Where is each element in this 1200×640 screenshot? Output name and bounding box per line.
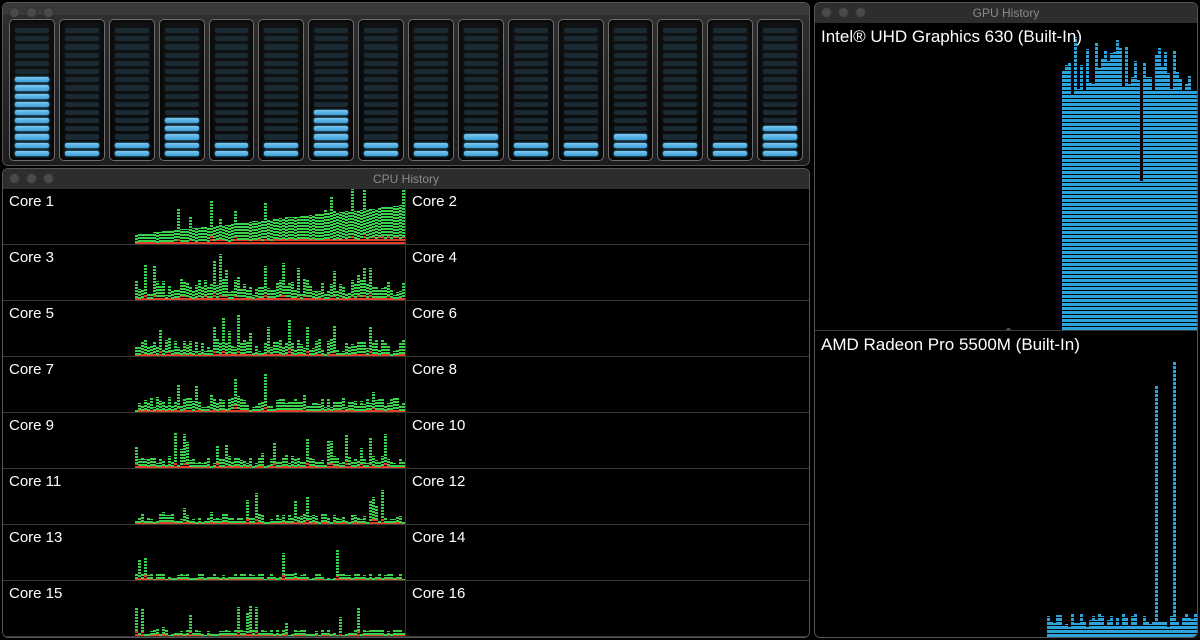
core-label: Core 3: [9, 249, 54, 266]
cpu-history-window[interactable]: CPU History Core 1Core 2Core 3Core 4Core…: [2, 168, 810, 638]
core-label: Core 5: [9, 305, 54, 322]
core-cell: Core 1: [3, 189, 406, 245]
window-title: GPU History: [973, 6, 1040, 20]
core-label: Core 2: [412, 193, 457, 210]
gauge-core-1: [9, 19, 55, 161]
core-label: Core 14: [412, 529, 465, 546]
titlebar[interactable]: [3, 3, 809, 15]
gauge-core-11: [508, 19, 554, 161]
titlebar[interactable]: GPU History: [815, 3, 1197, 23]
gauge-core-15: [707, 19, 753, 161]
core-label: Core 7: [9, 361, 54, 378]
core-label: Core 1: [9, 193, 54, 210]
gauge-core-13: [608, 19, 654, 161]
gauge-core-9: [408, 19, 454, 161]
gauge-row: [3, 15, 809, 165]
core-cell: Core 3: [3, 245, 406, 301]
gauge-core-12: [558, 19, 604, 161]
traffic-lights[interactable]: [821, 7, 866, 18]
zoom-icon[interactable]: [855, 7, 866, 18]
core-label: Core 8: [412, 361, 457, 378]
core-cell: Core 16: [406, 581, 809, 637]
window-title: CPU History: [373, 172, 439, 186]
minimize-icon[interactable]: [838, 7, 849, 18]
zoom-icon[interactable]: [43, 173, 54, 184]
core-cell: Core 15: [3, 581, 406, 637]
core-label: Core 13: [9, 529, 62, 546]
traffic-lights[interactable]: [9, 7, 54, 18]
gauge-core-10: [458, 19, 504, 161]
core-label: Core 6: [412, 305, 457, 322]
gauge-core-4: [159, 19, 205, 161]
core-cell: Core 2: [406, 189, 809, 245]
gauge-core-16: [757, 19, 803, 161]
core-label: Core 9: [9, 417, 54, 434]
core-cell: Core 9: [3, 413, 406, 469]
gpu-panel: AMD Radeon Pro 5500M (Built-In): [815, 331, 1197, 638]
core-cell: Core 6: [406, 301, 809, 357]
core-label: Core 15: [9, 585, 62, 602]
core-label: Core 4: [412, 249, 457, 266]
core-cell: Core 13: [3, 525, 406, 581]
minimize-icon[interactable]: [26, 173, 37, 184]
gauge-core-14: [657, 19, 703, 161]
traffic-lights[interactable]: [9, 173, 54, 184]
close-icon[interactable]: [9, 7, 20, 18]
zoom-icon[interactable]: [43, 7, 54, 18]
cpu-gauge-window[interactable]: [2, 2, 810, 166]
gauge-core-8: [358, 19, 404, 161]
core-label: Core 10: [412, 417, 465, 434]
core-cell: Core 12: [406, 469, 809, 525]
core-label: Core 11: [9, 473, 61, 490]
gpu-label: Intel® UHD Graphics 630 (Built-In): [821, 27, 1082, 47]
gauge-core-7: [308, 19, 354, 161]
close-icon[interactable]: [9, 173, 20, 184]
gauge-core-2: [59, 19, 105, 161]
core-cell: Core 11: [3, 469, 406, 525]
cpu-grid: Core 1 Core 2 Core 3 Core 4 Core 5 Core 6 Core…: [3, 189, 809, 637]
gpu-body: Intel® UHD Graphics 630 (Built-In) AMD Ra…: [815, 23, 1197, 637]
gpu-panel: Intel® UHD Graphics 630 (Built-In): [815, 23, 1197, 331]
core-cell: Core 7: [3, 357, 406, 413]
gpu-history-window[interactable]: GPU History Intel® UHD Graphics 630 (Bui…: [814, 2, 1198, 638]
gpu-label: AMD Radeon Pro 5500M (Built-In): [821, 335, 1080, 355]
core-label: Core 16: [412, 585, 465, 602]
core-label: Core 12: [412, 473, 465, 490]
core-cell: Core 8: [406, 357, 809, 413]
core-cell: Core 5: [3, 301, 406, 357]
close-icon[interactable]: [821, 7, 832, 18]
minimize-icon[interactable]: [26, 7, 37, 18]
gauge-core-3: [109, 19, 155, 161]
gauge-core-6: [258, 19, 304, 161]
core-cell: Core 4: [406, 245, 809, 301]
gauge-core-5: [209, 19, 255, 161]
core-cell: Core 14: [406, 525, 809, 581]
titlebar[interactable]: CPU History: [3, 169, 809, 189]
core-cell: Core 10: [406, 413, 809, 469]
